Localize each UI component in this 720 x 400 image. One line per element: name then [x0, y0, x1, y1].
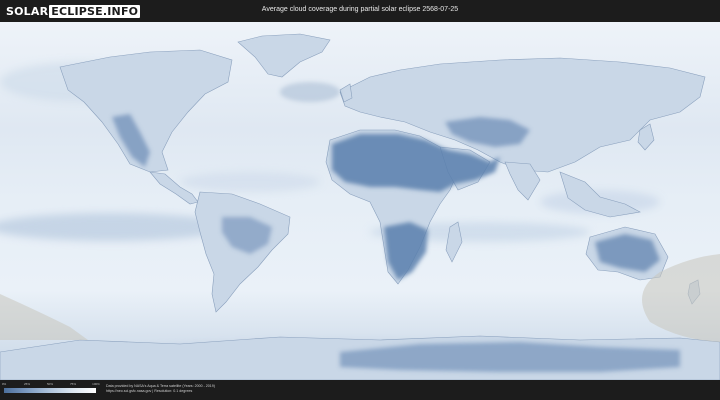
footer-bar: 0% 25% 50% 75% 100% Data provided by NAS… — [0, 380, 720, 400]
data-credits: Data provided by NASA's Aqua & Terra sat… — [106, 384, 215, 394]
header-bar: SOLAR ECLIPSE.INFO Average cloud coverag… — [0, 0, 720, 22]
cloud-coverage-map — [0, 22, 720, 380]
cloud-coverage-legend-bar — [4, 388, 96, 393]
legend-tick-50: 50% — [46, 382, 54, 386]
world-map-svg — [0, 22, 720, 380]
legend-tick-100: 100% — [92, 382, 100, 386]
page: SOLAR ECLIPSE.INFO Average cloud coverag… — [0, 0, 720, 400]
legend-tick-75: 75% — [69, 382, 77, 386]
map-title: Average cloud coverage during partial so… — [261, 6, 459, 13]
credits-line-2[interactable]: https://neo.sci.gsfc.nasa.gov | Resoluti… — [106, 389, 215, 394]
legend-tick-0: 0% — [1, 382, 7, 386]
legend-tick-25: 25% — [23, 382, 31, 386]
legend-ticks: 0% 25% 50% 75% 100% — [1, 382, 100, 387]
